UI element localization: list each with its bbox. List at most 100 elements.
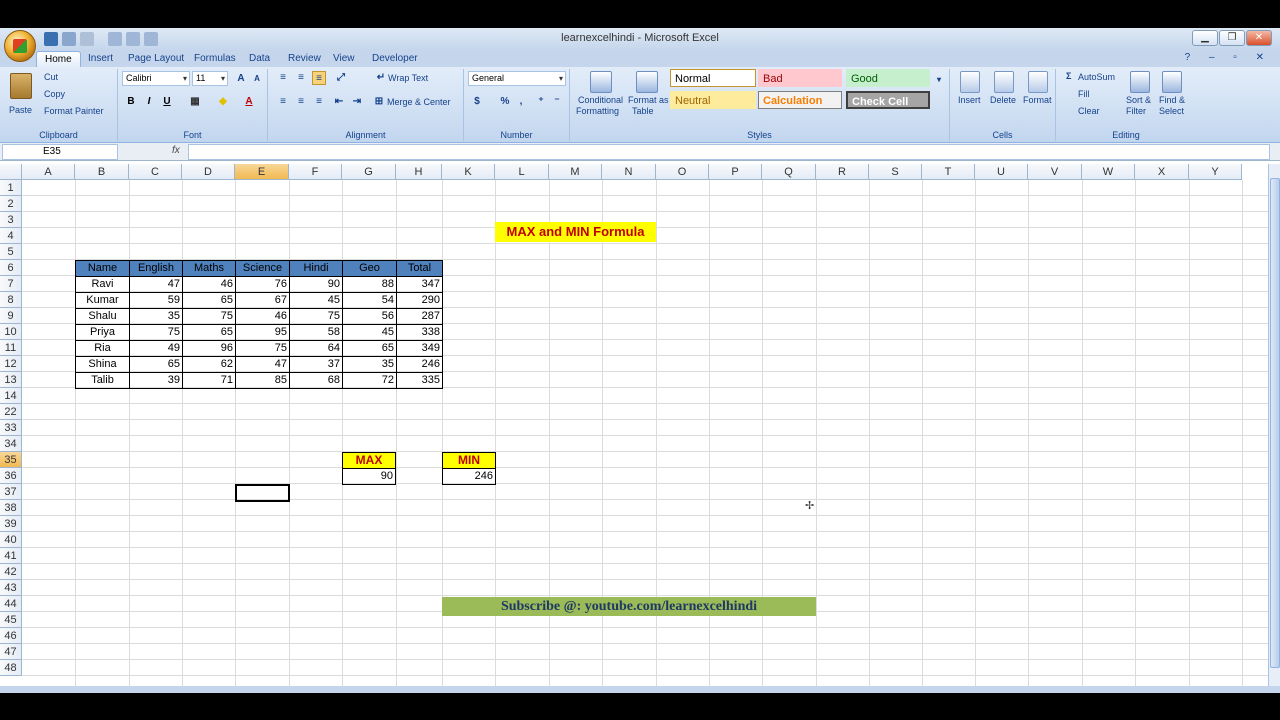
orientation-icon[interactable]: ⤢ <box>334 71 348 85</box>
table-name-cell[interactable]: Priya <box>75 324 130 341</box>
decrease-indent-icon[interactable]: ⇤ <box>332 95 346 109</box>
column-header-r[interactable]: R <box>816 164 869 180</box>
styles-more-icon[interactable]: ▾ <box>932 73 946 87</box>
row-header-10[interactable]: 10 <box>0 324 22 340</box>
active-cell-e35[interactable] <box>235 484 290 502</box>
table-value-cell[interactable]: 76 <box>235 276 290 293</box>
column-header-g[interactable]: G <box>342 164 396 180</box>
format-cells-icon[interactable] <box>1028 71 1048 93</box>
table-value-cell[interactable]: 338 <box>396 324 443 341</box>
delete-cells-button[interactable]: Delete <box>990 95 1016 105</box>
column-header-s[interactable]: S <box>869 164 922 180</box>
clear-button[interactable]: Clear <box>1078 106 1100 116</box>
row-header-14[interactable]: 14 <box>0 388 22 404</box>
table-value-cell[interactable]: 75 <box>129 324 183 341</box>
minimize-button[interactable]: ▁ <box>1192 30 1218 46</box>
table-value-cell[interactable]: 85 <box>235 372 290 389</box>
autosum-icon[interactable]: Σ <box>1066 71 1071 81</box>
style-calculation[interactable]: Calculation <box>758 91 842 109</box>
table-value-cell[interactable]: 62 <box>182 356 236 373</box>
paste-icon[interactable] <box>10 73 32 99</box>
font-size-select[interactable]: 11 <box>192 71 228 86</box>
table-value-cell[interactable]: 45 <box>289 292 343 309</box>
fill-color-icon[interactable]: ◆ <box>216 95 230 109</box>
format-painter-button[interactable]: Format Painter <box>44 106 104 116</box>
row-header-6[interactable]: 6 <box>0 260 22 276</box>
borders-icon[interactable]: ▦ <box>188 95 202 109</box>
table-header-cell[interactable]: Total <box>396 260 443 277</box>
table-name-cell[interactable]: Ria <box>75 340 130 357</box>
column-header-x[interactable]: X <box>1135 164 1189 180</box>
tab-page-layout[interactable]: Page Layout <box>120 51 192 67</box>
table-header-cell[interactable]: English <box>129 260 183 277</box>
row-header-46[interactable]: 46 <box>0 628 22 644</box>
merge-icon[interactable]: ⊞ <box>372 95 386 109</box>
insert-cells-button[interactable]: Insert <box>958 95 981 105</box>
column-header-h[interactable]: H <box>396 164 442 180</box>
column-header-p[interactable]: P <box>709 164 762 180</box>
row-header-48[interactable]: 48 <box>0 660 22 676</box>
row-header-2[interactable]: 2 <box>0 196 22 212</box>
italic-button[interactable]: I <box>142 95 156 109</box>
table-value-cell[interactable]: 35 <box>342 356 397 373</box>
align-right-icon[interactable]: ≡ <box>312 95 326 109</box>
row-header-43[interactable]: 43 <box>0 580 22 596</box>
row-header-35[interactable]: 35 <box>0 452 22 468</box>
min-value[interactable]: 246 <box>442 468 496 485</box>
table-value-cell[interactable]: 47 <box>129 276 183 293</box>
table-value-cell[interactable]: 335 <box>396 372 443 389</box>
table-value-cell[interactable]: 95 <box>235 324 290 341</box>
comma-button[interactable]: , <box>514 95 528 109</box>
table-value-cell[interactable]: 58 <box>289 324 343 341</box>
table-value-cell[interactable]: 46 <box>235 308 290 325</box>
align-middle-icon[interactable]: ≡ <box>294 71 308 85</box>
row-header-3[interactable]: 3 <box>0 212 22 228</box>
table-name-cell[interactable]: Ravi <box>75 276 130 293</box>
worksheet-grid[interactable]: ABCDEFGHKLMNOPQRSTUVWXY 1 2 3 4 5 6 7 8 9 10 11 12 1… <box>0 164 1268 686</box>
row-header-33[interactable]: 33 <box>0 420 22 436</box>
table-header-cell[interactable]: Hindi <box>289 260 343 277</box>
table-value-cell[interactable]: 64 <box>289 340 343 357</box>
conditional-formatting-button[interactable]: Conditional <box>578 95 623 105</box>
row-header-34[interactable]: 34 <box>0 436 22 452</box>
style-normal[interactable]: Normal <box>670 69 756 87</box>
row-header-7[interactable]: 7 <box>0 276 22 292</box>
table-value-cell[interactable]: 39 <box>129 372 183 389</box>
column-header-b[interactable]: B <box>75 164 129 180</box>
table-value-cell[interactable]: 287 <box>396 308 443 325</box>
grow-font-icon[interactable]: A <box>234 72 248 86</box>
row-header-42[interactable]: 42 <box>0 564 22 580</box>
sort-filter-button[interactable]: Sort & <box>1126 95 1151 105</box>
table-value-cell[interactable]: 72 <box>342 372 397 389</box>
formula-input[interactable] <box>188 144 1270 160</box>
row-header-47[interactable]: 47 <box>0 644 22 660</box>
column-header-m[interactable]: M <box>549 164 602 180</box>
style-bad[interactable]: Bad <box>758 69 842 87</box>
table-value-cell[interactable]: 88 <box>342 276 397 293</box>
table-value-cell[interactable]: 347 <box>396 276 443 293</box>
font-name-select[interactable]: Calibri <box>122 71 190 86</box>
find-select-icon[interactable] <box>1162 71 1182 93</box>
select-all-corner[interactable] <box>0 164 22 180</box>
table-value-cell[interactable]: 75 <box>289 308 343 325</box>
number-format-select[interactable]: General <box>468 71 566 86</box>
column-header-q[interactable]: Q <box>762 164 816 180</box>
table-value-cell[interactable]: 45 <box>342 324 397 341</box>
row-header-12[interactable]: 12 <box>0 356 22 372</box>
column-header-f[interactable]: F <box>289 164 342 180</box>
table-value-cell[interactable]: 65 <box>342 340 397 357</box>
tab-home[interactable]: Home <box>36 51 81 67</box>
row-header-37[interactable]: 37 <box>0 484 22 500</box>
scroll-thumb[interactable] <box>1270 178 1280 668</box>
align-bottom-icon[interactable]: ≡ <box>312 71 326 85</box>
max-label[interactable]: MAX <box>342 452 396 469</box>
column-header-k[interactable]: K <box>442 164 495 180</box>
table-name-cell[interactable]: Shalu <box>75 308 130 325</box>
shrink-font-icon[interactable]: A <box>250 72 264 86</box>
column-header-v[interactable]: V <box>1028 164 1082 180</box>
table-header-cell[interactable]: Name <box>75 260 130 277</box>
column-header-u[interactable]: U <box>975 164 1028 180</box>
min-label[interactable]: MIN <box>442 452 496 469</box>
row-header-38[interactable]: 38 <box>0 500 22 516</box>
table-name-cell[interactable]: Kumar <box>75 292 130 309</box>
